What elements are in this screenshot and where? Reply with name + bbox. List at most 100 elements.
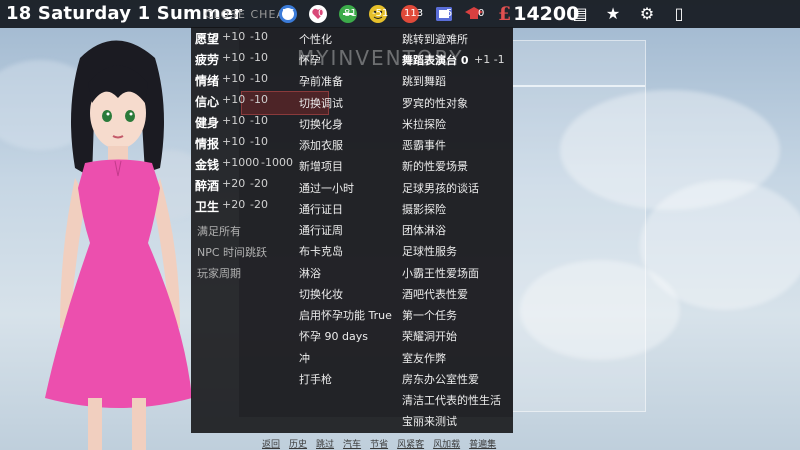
stat-value-4: -51 <box>372 8 389 19</box>
stat-value-3: 81 <box>344 8 357 19</box>
satisfy-all-button[interactable]: 满足所有 <box>197 223 241 239</box>
pound-icon: £ <box>498 3 512 25</box>
minus-button[interactable]: -10 <box>250 72 290 85</box>
event-item-selected[interactable]: 舞蹈表演台 0 <box>402 52 468 68</box>
minus-button[interactable]: -10 <box>250 51 290 64</box>
plus-button[interactable]: +10 <box>222 114 252 127</box>
event-item[interactable]: 室友作弊 <box>402 350 446 366</box>
selected-adjust-buttons[interactable]: +1 -1 <box>474 53 505 66</box>
cheat-item[interactable]: 添加衣服 <box>299 137 343 153</box>
plus-button[interactable]: +10 <box>222 72 252 85</box>
minus-button[interactable]: -20 <box>250 198 290 211</box>
minus-button[interactable]: -20 <box>250 177 290 190</box>
stat-label: 疲劳 <box>195 53 220 67</box>
top-bar: 18 Saturday 1 Summer CLOSE CHEAT 55 0 81… <box>0 0 800 28</box>
cheat-item[interactable]: 孕前准备 <box>299 73 343 89</box>
event-item[interactable]: 团体淋浴 <box>402 222 446 238</box>
event-item[interactable]: 跳到舞蹈 <box>402 73 446 89</box>
stat-label: 情绪 <box>195 74 220 88</box>
money-display: £14200 <box>498 3 579 25</box>
stat-row-hygiene: 卫生 +20 -20 <box>195 198 268 215</box>
cheat-item[interactable]: 怀孕 90 days <box>299 328 368 344</box>
stat-row-drunk: 醉酒 +20 -20 <box>195 177 268 194</box>
save-link[interactable]: 节省 <box>370 437 388 450</box>
stat-value-1: 55 <box>282 8 295 19</box>
event-item[interactable]: 跳转到避难所 <box>402 31 468 47</box>
cheat-item[interactable]: 切换化妆 <box>299 286 343 302</box>
player-cycle-button[interactable]: 玩家周期 <box>197 265 241 281</box>
inventory-bag-icon[interactable]: ▯ <box>668 4 690 24</box>
event-item[interactable]: 摄影探险 <box>402 201 446 217</box>
cheat-item[interactable]: 淋浴 <box>299 265 321 281</box>
phone-icon[interactable]: ★ <box>602 4 624 24</box>
stat-value-6: 5 <box>446 8 453 19</box>
cheat-item[interactable]: 通行证日 <box>299 201 343 217</box>
minus-button[interactable]: -10 <box>250 114 290 127</box>
cheat-item[interactable]: 切换调试 <box>299 95 343 111</box>
event-item[interactable]: 荣耀洞开始 <box>402 328 457 344</box>
event-item[interactable]: 恶霸事件 <box>402 137 446 153</box>
cheat-item[interactable]: 新增项目 <box>299 158 343 174</box>
stat-value-7: 0 <box>478 8 485 19</box>
cheat-item[interactable]: 个性化 <box>299 31 332 47</box>
plus-button[interactable]: +10 <box>222 51 252 64</box>
cheat-item[interactable]: 怀孕 <box>299 52 321 68</box>
settings-icon[interactable]: ⚙ <box>636 4 658 24</box>
event-item[interactable]: 宝丽来测试 <box>402 413 457 429</box>
inventory-background-panel <box>512 40 646 412</box>
minus-button[interactable]: -10 <box>250 93 290 106</box>
minus-button[interactable]: -1000 <box>261 156 301 169</box>
cheat-menu-inner-panel <box>239 27 513 417</box>
stat-row-fatigue: 疲劳 +10 -10 <box>195 51 268 68</box>
cheat-item[interactable]: 启用怀孕功能 True <box>299 307 392 323</box>
stat-label: 情报 <box>195 137 220 151</box>
quick-menu: 返回 历史 跳过 汽车 节省 风紧客 风加载 普遍集 <box>262 437 505 450</box>
stat-row-intelligence: 情报 +10 -10 <box>195 135 268 152</box>
cheat-item[interactable]: 切换化身 <box>299 116 343 132</box>
plus-button[interactable]: +1000 <box>222 156 259 169</box>
event-item[interactable]: 小霸王性爱场面 <box>402 265 479 281</box>
stat-label: 健身 <box>195 116 220 130</box>
cheat-item[interactable]: 通过一小时 <box>299 180 354 196</box>
cheat-item[interactable]: 冲 <box>299 350 310 366</box>
minus-button[interactable]: -10 <box>250 135 290 148</box>
stat-value-5: 113 <box>404 8 424 19</box>
cheat-item[interactable]: 通行证周 <box>299 222 343 238</box>
plus-button[interactable]: +20 <box>222 198 252 211</box>
stat-row-desire: 愿望 +10 -10 <box>195 30 268 47</box>
event-item[interactable]: 房东办公室性爱 <box>402 371 479 387</box>
history-link[interactable]: 历史 <box>289 437 307 450</box>
npc-time-skip-button[interactable]: NPC 时间跳跃 <box>197 244 267 260</box>
stat-label: 金钱 <box>195 158 220 172</box>
plus-button[interactable]: +10 <box>222 93 252 106</box>
event-item[interactable]: 足球男孩的谈话 <box>402 180 479 196</box>
event-item[interactable]: 酒吧代表性爱 <box>402 286 468 302</box>
skip-link[interactable]: 跳过 <box>316 437 334 450</box>
stat-row-fitness: 健身 +10 -10 <box>195 114 268 131</box>
auto-link[interactable]: 汽车 <box>343 437 361 450</box>
quickload-link[interactable]: 风加载 <box>433 437 460 450</box>
minus-button[interactable]: -10 <box>250 30 290 43</box>
character-sprite <box>45 40 192 450</box>
plus-button[interactable]: +10 <box>222 135 252 148</box>
stat-row-money: 金钱 +1000 -1000 <box>195 156 293 173</box>
plus-button[interactable]: +10 <box>222 30 252 43</box>
plus-button[interactable]: +20 <box>222 177 252 190</box>
cheat-item[interactable]: 打手枪 <box>299 371 332 387</box>
event-item[interactable]: 第一个任务 <box>402 307 457 323</box>
event-item[interactable]: 清洁工代表的性生活 <box>402 392 501 408</box>
event-item[interactable]: 罗宾的性对象 <box>402 95 468 111</box>
stat-value-2: 0 <box>318 8 325 19</box>
stat-label: 醉酒 <box>195 179 220 193</box>
back-link[interactable]: 返回 <box>262 437 280 450</box>
journal-icon[interactable]: ▤ <box>569 4 591 24</box>
event-item[interactable]: 足球性服务 <box>402 243 457 259</box>
cheat-item[interactable]: 布卡克岛 <box>299 243 343 259</box>
stat-label: 信心 <box>195 95 220 109</box>
event-item[interactable]: 米拉探险 <box>402 116 446 132</box>
stat-row-confidence: 信心 +10 -10 <box>195 93 268 110</box>
event-item[interactable]: 新的性爱场景 <box>402 158 468 174</box>
stat-row-mood: 情绪 +10 -10 <box>195 72 268 89</box>
quicksave-link[interactable]: 风紧客 <box>397 437 424 450</box>
preferences-link[interactable]: 普遍集 <box>469 437 496 450</box>
